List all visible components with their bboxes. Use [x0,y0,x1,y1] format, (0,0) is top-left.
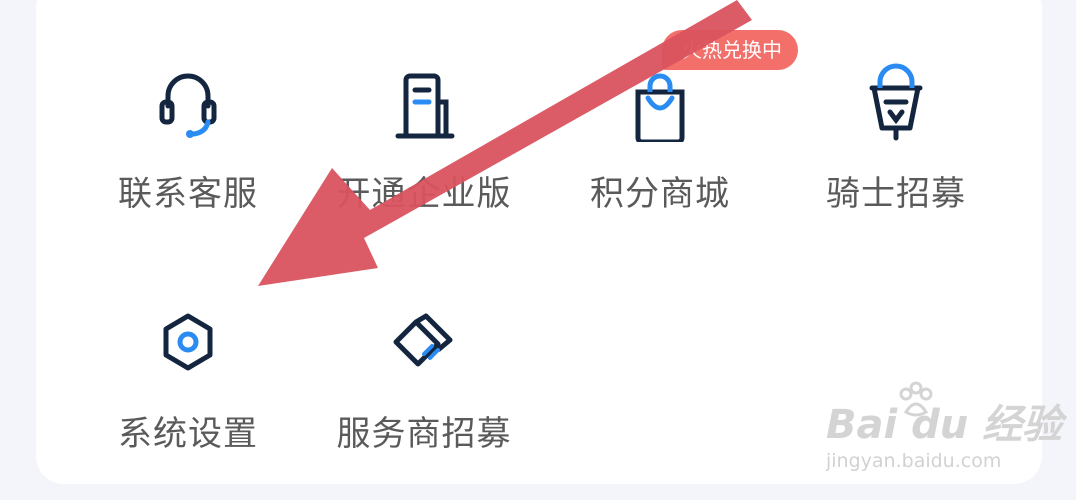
grid-item-rider-recruitment[interactable]: 骑士招募 [786,20,1006,214]
grid-item-label: 服务商招募 [336,414,512,454]
hot-exchange-badge: 火热兑换中 [662,30,798,70]
grid-item-label: 开通企业版 [336,174,512,214]
grid-item-label: 联系客服 [118,174,258,214]
building-icon [384,62,464,142]
headset-icon [148,62,228,142]
paw-icon [899,381,933,417]
screenshot-stage: 联系客服 开通企业版 积分商城 骑士招募 系统设置 服务商招募 火热兑换中 Ba… [0,0,1076,500]
baidu-jingyan-watermark: Bai du 经验 jingyan.baidu.com [826,381,1062,486]
grid-item-customer-service[interactable]: 联系客服 [78,20,298,214]
shopping-bag-icon [620,62,700,142]
scooter-icon [856,62,936,142]
grid-item-service-provider-recruitment[interactable]: 服务商招募 [314,260,534,454]
grid-item-label: 系统设置 [118,414,258,454]
watermark-logo-text: Bai du 经验 [826,402,1063,448]
grid-item-system-settings[interactable]: 系统设置 [78,260,298,454]
grid-item-enterprise[interactable]: 开通企业版 [314,20,534,214]
handshake-card-icon [384,302,464,382]
watermark-url: jingyan.baidu.com [826,450,1002,472]
grid-item-label: 骑士招募 [826,174,966,214]
grid-item-label: 积分商城 [590,174,730,214]
settings-hexagon-icon [148,302,228,382]
